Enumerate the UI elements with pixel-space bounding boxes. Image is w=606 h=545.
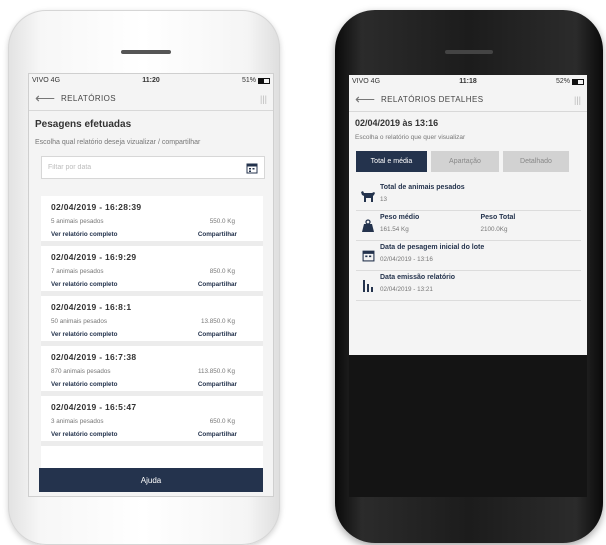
detail-value: 13 bbox=[380, 196, 388, 203]
calendar-icon bbox=[362, 250, 374, 262]
status-bar: VIVO 4G 11:18 52% bbox=[349, 75, 587, 88]
total-weight: 650.0 Kg bbox=[209, 418, 235, 425]
battery-percent: 51% bbox=[241, 77, 256, 84]
phone-white: VIVO 4G 11:20 51% ⟵ RELATÓRIOS ||| Pesag… bbox=[8, 10, 280, 545]
menu-icon[interactable]: ||| bbox=[574, 95, 581, 105]
detail-total-animals: Total de animais pesados 13 bbox=[356, 181, 581, 211]
bars-icon bbox=[363, 279, 373, 292]
date-filter bbox=[41, 156, 265, 179]
clock: 11:18 bbox=[459, 78, 477, 85]
total-weight: 113.850.0 Kg bbox=[198, 368, 235, 375]
report-card: 02/04/2019 - 16:9:29 7 animais pesados 85… bbox=[41, 246, 263, 296]
detail-list: Total de animais pesados 13 Peso médio 1… bbox=[349, 172, 587, 301]
tab-apartacao[interactable]: Apartação bbox=[431, 151, 499, 172]
battery-icon bbox=[257, 77, 270, 84]
app-header: ⟵ RELATÓRIOS DETALHES ||| bbox=[349, 88, 587, 112]
cow-icon bbox=[361, 190, 375, 202]
page-subtitle: Escolha o relatório que quer visualizar bbox=[355, 134, 466, 141]
status-bar: VIVO 4G 11:20 51% bbox=[29, 74, 273, 87]
page-title: Pesagens efetuadas bbox=[35, 119, 132, 130]
view-report-link[interactable]: Ver relatório completo bbox=[51, 381, 118, 388]
report-details-screen: VIVO 4G 11:18 52% ⟵ RELATÓRIOS DETALHES … bbox=[349, 75, 587, 497]
total-weight: 13.850.0 Kg bbox=[201, 318, 235, 325]
report-card: 02/04/2019 - 16:28:39 5 animais pesados 5… bbox=[41, 196, 263, 246]
app-content: VIVO 4G 11:18 52% ⟵ RELATÓRIOS DETALHES … bbox=[349, 75, 587, 355]
carrier-label: VIVO 4G bbox=[32, 77, 61, 84]
view-report-link[interactable]: Ver relatório completo bbox=[51, 281, 118, 288]
clock: 11:20 bbox=[142, 77, 160, 84]
report-card: 02/04/2019 - 16:8:1 50 animais pesados 13… bbox=[41, 296, 263, 346]
tab-detalhado[interactable]: Detalhado bbox=[503, 151, 569, 172]
animal-count: 3 animais pesados bbox=[51, 418, 104, 425]
reports-screen: VIVO 4G 11:20 51% ⟵ RELATÓRIOS ||| Pesag… bbox=[28, 73, 274, 497]
total-weight: 550.0 Kg bbox=[209, 218, 235, 225]
view-report-link[interactable]: Ver relatório completo bbox=[51, 431, 118, 438]
share-link[interactable]: Compartilhar bbox=[198, 231, 255, 238]
share-link[interactable]: Compartilhar bbox=[198, 381, 255, 388]
detail-emission-date: Data emissão relatório 02/04/2019 - 13:2… bbox=[356, 271, 581, 301]
page-subtitle: Escolha qual relatório deseja vizualizar… bbox=[35, 139, 201, 146]
report-datetime: 02/04/2019 - 16:7:38 bbox=[51, 352, 137, 362]
date-filter-input[interactable] bbox=[48, 164, 246, 171]
battery-percent: 52% bbox=[555, 78, 570, 85]
battery-icon bbox=[571, 78, 584, 85]
tab-total-media[interactable]: Total e média bbox=[356, 151, 427, 172]
detail-label: Peso médio bbox=[380, 214, 420, 221]
animal-count: 870 animais pesados bbox=[51, 368, 111, 375]
animal-count: 50 animais pesados bbox=[51, 318, 108, 325]
view-report-link[interactable]: Ver relatório completo bbox=[51, 231, 118, 238]
page-header-title: RELATÓRIOS DETALHES bbox=[381, 95, 484, 104]
detail-label: Peso Total bbox=[480, 214, 516, 221]
detail-label: Data de pesagem inicial do lote bbox=[380, 244, 485, 251]
report-list: 02/04/2019 - 16:28:39 5 animais pesados 5… bbox=[41, 196, 263, 468]
phone-black: VIVO 4G 11:18 52% ⟵ RELATÓRIOS DETALHES … bbox=[335, 10, 603, 543]
total-weight: 850.0 Kg bbox=[209, 268, 235, 275]
detail-value: 02/04/2019 - 13:21 bbox=[380, 286, 433, 293]
arrow-left-icon[interactable]: ⟵ bbox=[35, 90, 61, 107]
speaker-grille bbox=[121, 50, 171, 54]
view-report-link[interactable]: Ver relatório completo bbox=[51, 331, 118, 338]
help-button[interactable]: Ajuda bbox=[39, 468, 263, 492]
report-card: 02/04/2019 - 16:5:47 3 animais pesados 65… bbox=[41, 396, 263, 446]
detail-value: 02/04/2019 - 13:16 bbox=[380, 256, 433, 263]
report-datetime: 02/04/2019 - 16:28:39 bbox=[51, 202, 142, 212]
share-link[interactable]: Compartilhar bbox=[198, 431, 255, 438]
report-datetime: 02/04/2019 - 16:5:47 bbox=[51, 402, 137, 412]
weight-icon bbox=[362, 218, 374, 232]
page-header-title: RELATÓRIOS bbox=[61, 94, 116, 103]
report-card: 02/04/2019 - 16:7:38 870 animais pesados… bbox=[41, 346, 263, 396]
app-header: ⟵ RELATÓRIOS ||| bbox=[29, 87, 273, 111]
detail-weights: Peso médio 161.54 Kg Peso Total 2100.0Kg bbox=[356, 211, 581, 241]
speaker-grille bbox=[445, 50, 493, 54]
detail-start-date: Data de pesagem inicial do lote 02/04/20… bbox=[356, 241, 581, 271]
battery-status: 52% bbox=[507, 78, 584, 85]
detail-value: 2100.0Kg bbox=[480, 226, 508, 233]
detail-label: Data emissão relatório bbox=[380, 274, 456, 281]
share-link[interactable]: Compartilhar bbox=[198, 331, 255, 338]
detail-value: 161.54 Kg bbox=[380, 226, 409, 233]
report-datetime: 02/04/2019 - 16:9:29 bbox=[51, 252, 137, 262]
detail-label: Total de animais pesados bbox=[380, 184, 465, 191]
arrow-left-icon[interactable]: ⟵ bbox=[355, 91, 381, 108]
page-title: 02/04/2019 às 13:16 bbox=[355, 118, 439, 128]
calendar-icon[interactable] bbox=[246, 162, 258, 174]
report-tabs: Total e média Apartação Detalhado bbox=[349, 141, 587, 172]
battery-status: 51% bbox=[191, 77, 270, 84]
carrier-label: VIVO 4G bbox=[352, 78, 381, 85]
menu-icon[interactable]: ||| bbox=[260, 94, 267, 104]
animal-count: 5 animais pesados bbox=[51, 218, 104, 225]
share-link[interactable]: Compartilhar bbox=[198, 281, 255, 288]
animal-count: 7 animais pesados bbox=[51, 268, 104, 275]
report-datetime: 02/04/2019 - 16:8:1 bbox=[51, 302, 132, 312]
